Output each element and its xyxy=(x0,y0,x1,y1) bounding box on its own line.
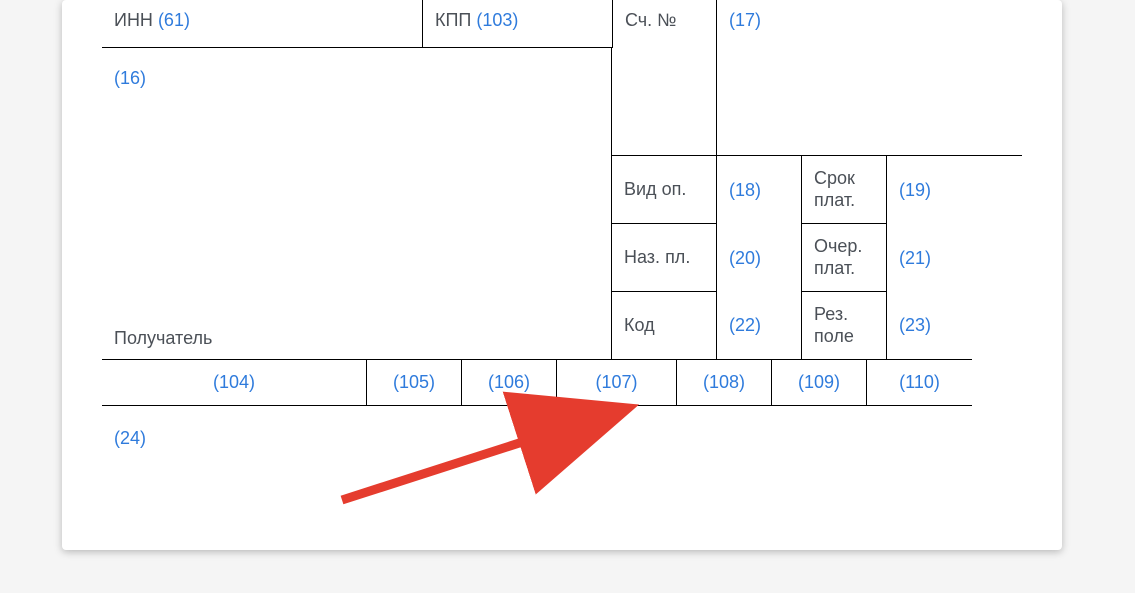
label-kpp: КПП xyxy=(435,10,476,30)
cell-ref104: (104) xyxy=(102,360,367,406)
ref-18[interactable]: (18) xyxy=(729,180,761,201)
ref-17[interactable]: (17) xyxy=(729,10,761,30)
label-ocher: Очер. плат. xyxy=(814,236,874,279)
cell-ref19: (19) xyxy=(887,156,972,224)
cell-ref110: (110) xyxy=(867,360,972,406)
cell-ref23: (23) xyxy=(887,292,972,360)
ref-61[interactable]: (61) xyxy=(158,10,190,30)
ref-22[interactable]: (22) xyxy=(729,315,761,336)
ref-110[interactable]: (110) xyxy=(899,372,940,392)
cell-ref17-body xyxy=(717,48,1022,156)
cell-ref107: (107) xyxy=(557,360,677,406)
ref-23[interactable]: (23) xyxy=(899,315,931,336)
cell-sch-body xyxy=(612,48,717,156)
cell-ref109: (109) xyxy=(772,360,867,406)
ref-19[interactable]: (19) xyxy=(899,180,931,201)
label-sch-no: Сч. № xyxy=(625,10,677,30)
ref-20[interactable]: (20) xyxy=(729,248,761,269)
cell-ref106: (106) xyxy=(462,360,557,406)
label-rez: Рез. поле xyxy=(814,304,874,347)
cell-ocher: Очер. плат. xyxy=(802,224,887,292)
cell-inn: ИНН (61) xyxy=(102,0,422,48)
cell-ref105: (105) xyxy=(367,360,462,406)
cell-nazpl: Наз. пл. xyxy=(612,224,717,292)
cell-ref24: (24) xyxy=(102,418,202,458)
cell-ref108: (108) xyxy=(677,360,772,406)
ref-103[interactable]: (103) xyxy=(476,10,518,30)
label-srok: Срок плат. xyxy=(814,168,874,211)
cell-sch-no: Сч. № xyxy=(612,0,717,48)
cell-kod: Код xyxy=(612,292,717,360)
label-vidop: Вид оп. xyxy=(624,179,686,200)
ref-24[interactable]: (24) xyxy=(114,428,146,448)
cell-ref18: (18) xyxy=(717,156,802,224)
label-kod: Код xyxy=(624,315,655,336)
cell-kpp: КПП (103) xyxy=(422,0,612,48)
ref-108[interactable]: (108) xyxy=(703,372,745,392)
cell-vidop: Вид оп. xyxy=(612,156,717,224)
cell-ref20: (20) xyxy=(717,224,802,292)
cell-ref21: (21) xyxy=(887,224,972,292)
cell-srok: Срок плат. xyxy=(802,156,887,224)
ref-107[interactable]: (107) xyxy=(595,372,637,392)
ref-105[interactable]: (105) xyxy=(393,372,435,392)
cell-ref22: (22) xyxy=(717,292,802,360)
ref-21[interactable]: (21) xyxy=(899,248,931,269)
ref-104[interactable]: (104) xyxy=(213,372,255,392)
ref-106[interactable]: (106) xyxy=(488,372,530,392)
cell-rez: Рез. поле xyxy=(802,292,887,360)
payment-order-fragment: ИНН (61) КПП (103) Сч. № (17) (16) xyxy=(62,0,1062,550)
ref-109[interactable]: (109) xyxy=(798,372,840,392)
cell-ref17: (17) xyxy=(717,0,817,48)
cell-recipient-area: Получатель xyxy=(102,48,612,360)
label-nazpl: Наз. пл. xyxy=(624,247,690,268)
label-inn: ИНН xyxy=(114,10,158,30)
label-recipient: Получатель xyxy=(114,328,212,349)
